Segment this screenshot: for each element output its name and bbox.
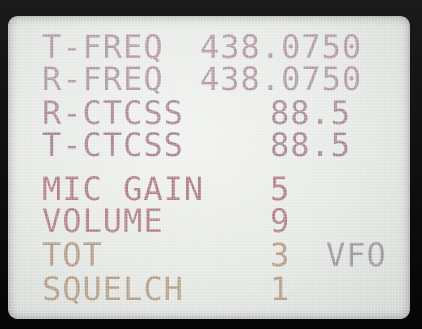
mic-gain-label: MIC GAIN: [42, 170, 205, 208]
tot-value: 3: [270, 236, 291, 274]
row-t-ctcss: T-CTCSS 88.5: [8, 128, 410, 162]
tot-label: TOT: [42, 236, 103, 274]
t-freq-value: 438.0750: [200, 28, 363, 66]
r-ctcss-value: 88.5: [270, 94, 352, 132]
t-ctcss-value: 88.5: [270, 126, 352, 164]
t-freq-label: T-FREQ: [42, 28, 164, 66]
squelch-value: 1: [270, 270, 291, 308]
row-tot: TOT 3 VFO: [8, 238, 410, 272]
row-r-freq: R-FREQ 438.0750: [8, 62, 410, 96]
r-freq-value: 438.0750: [200, 60, 363, 98]
row-r-ctcss: R-CTCSS 88.5: [8, 96, 410, 130]
volume-label: VOLUME: [42, 202, 164, 240]
mic-gain-value: 5: [270, 170, 291, 208]
row-volume: VOLUME 9: [8, 204, 410, 238]
volume-value: 9: [270, 202, 291, 240]
row-t-freq: T-FREQ 438.0750: [8, 30, 410, 64]
vfo-mode-indicator: VFO: [326, 236, 387, 274]
t-ctcss-label: T-CTCSS: [42, 126, 184, 164]
row-squelch: SQUELCH 1: [8, 272, 410, 306]
lcd-screen: T-FREQ 438.0750 R-FREQ 438.0750 R-CTCSS …: [8, 16, 410, 319]
r-freq-label: R-FREQ: [42, 60, 164, 98]
radio-bezel: T-FREQ 438.0750 R-FREQ 438.0750 R-CTCSS …: [0, 0, 422, 329]
row-mic-gain: MIC GAIN 5: [8, 172, 410, 206]
r-ctcss-label: R-CTCSS: [42, 94, 184, 132]
squelch-label: SQUELCH: [42, 270, 184, 308]
